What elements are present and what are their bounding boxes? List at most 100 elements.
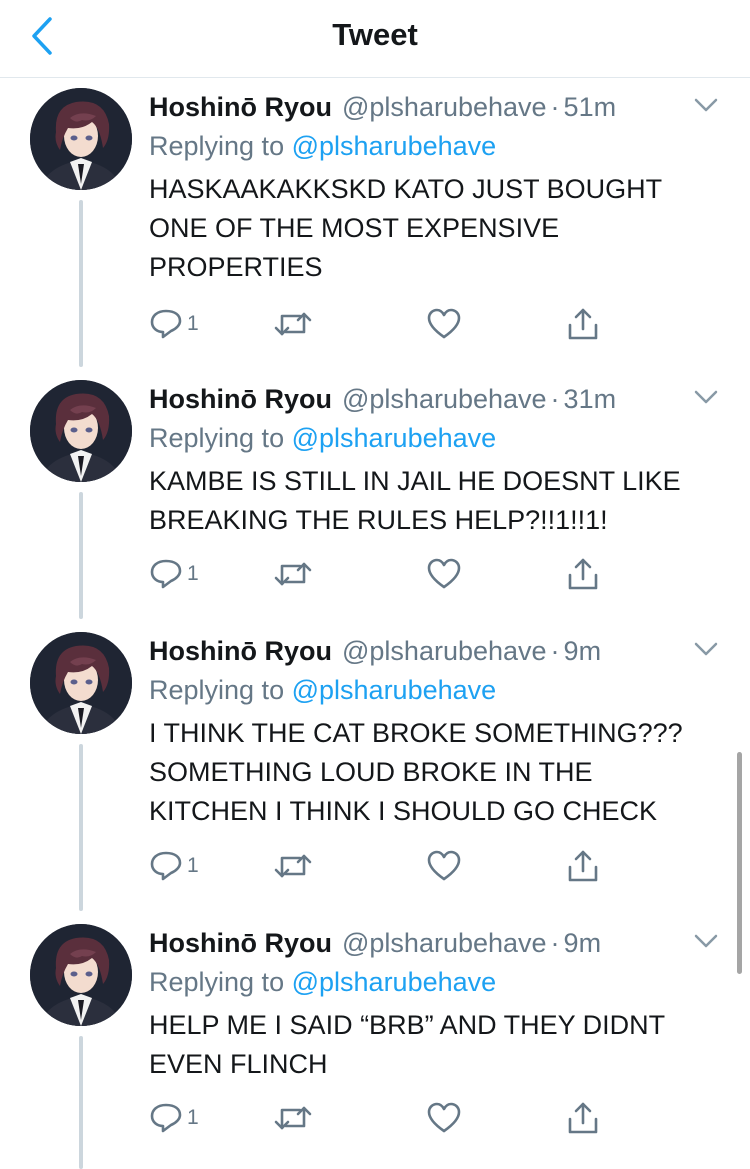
chevron-down-icon [694, 642, 718, 656]
tweet-actions: 1 [149, 846, 619, 886]
reply-icon [150, 851, 182, 881]
author-handle[interactable]: @plsharubehave [342, 92, 547, 123]
tweet-text-line: BREAKING THE RULES HELP?!!1!!1! [149, 505, 608, 535]
share-icon [568, 558, 598, 590]
timestamp[interactable]: 51m [564, 92, 617, 123]
top-bar: Tweet [0, 0, 750, 78]
tweet-header: Hoshinō Ryou @plsharubehave · 9m [149, 632, 730, 670]
retweet-button[interactable] [273, 1098, 313, 1138]
reply-button[interactable]: 1 [149, 1098, 199, 1138]
tweet-text: HASKAAKAKKSKD KATO JUST BOUGHT ONE OF THE… [149, 170, 730, 287]
author-handle[interactable]: @plsharubehave [342, 384, 547, 415]
tweet-text-line: HASKAAKAKKSKD KATO JUST BOUGHT [149, 174, 663, 204]
author-name[interactable]: Hoshinō Ryou [149, 636, 332, 667]
reply-icon [150, 559, 182, 589]
avatar[interactable] [30, 380, 132, 482]
tweet-body: Hoshinō Ryou @plsharubehave · 31m Replyi… [149, 380, 730, 540]
replying-to-label: Replying to [149, 423, 285, 453]
tweet-text: I THINK THE CAT BROKE SOMETHING??? SOMETH… [149, 714, 730, 831]
thread-line [79, 200, 83, 367]
replying-to-label: Replying to [149, 131, 285, 161]
avatar[interactable] [30, 88, 132, 190]
replying-to-label: Replying to [149, 967, 285, 997]
tweet-body: Hoshinō Ryou @plsharubehave · 9m Replyin… [149, 632, 730, 831]
reply-button[interactable]: 1 [149, 554, 199, 594]
thread-line [79, 744, 83, 911]
timestamp[interactable]: 31m [564, 384, 617, 415]
like-button[interactable] [427, 1098, 461, 1138]
tweet-body: Hoshinō Ryou @plsharubehave · 51m Replyi… [149, 88, 730, 287]
more-options-button[interactable] [692, 386, 720, 408]
tweet-text-line: EVEN FLINCH [149, 1049, 328, 1079]
tweet-text-line: I THINK THE CAT BROKE SOMETHING??? [149, 718, 683, 748]
tweet-text-line: ONE OF THE MOST EXPENSIVE [149, 213, 560, 243]
like-button[interactable] [427, 554, 461, 594]
chevron-down-icon [694, 934, 718, 948]
tweet-text-line: SOMETHING LOUD BROKE IN THE [149, 757, 593, 787]
like-button[interactable] [427, 846, 461, 886]
replying-to: Replying to @plsharubehave [149, 418, 730, 458]
reply-count: 1 [187, 854, 199, 877]
tweet-text-line: KAMBE IS STILL IN JAIL HE DOESNT LIKE [149, 466, 681, 496]
replying-to-mention[interactable]: @plsharubehave [292, 675, 497, 705]
author-handle[interactable]: @plsharubehave [342, 928, 547, 959]
share-button[interactable] [566, 1098, 600, 1138]
separator-dot: · [550, 927, 560, 958]
retweet-button[interactable] [273, 304, 313, 344]
heart-icon [427, 308, 461, 339]
chevron-down-icon [694, 390, 718, 404]
reply-icon [150, 1103, 182, 1133]
replying-to-mention[interactable]: @plsharubehave [292, 423, 497, 453]
share-button[interactable] [566, 554, 600, 594]
separator-dot: · [550, 635, 560, 666]
share-button[interactable] [566, 846, 600, 886]
reply-count: 1 [187, 1106, 199, 1129]
reply-count: 1 [187, 312, 199, 335]
like-button[interactable] [427, 304, 461, 344]
replying-to-label: Replying to [149, 675, 285, 705]
tweet-actions: 1 [149, 554, 619, 594]
replying-to-mention[interactable]: @plsharubehave [292, 967, 497, 997]
share-button[interactable] [566, 304, 600, 344]
author-name[interactable]: Hoshinō Ryou [149, 92, 332, 123]
tweet-text-line: PROPERTIES [149, 252, 323, 282]
page-title: Tweet [332, 17, 418, 52]
tweet-header: Hoshinō Ryou @plsharubehave · 9m [149, 924, 730, 962]
replying-to: Replying to @plsharubehave [149, 670, 730, 710]
retweet-button[interactable] [273, 846, 313, 886]
tweet-text: HELP ME I SAID “BRB” AND THEY DIDNT EVEN … [149, 1006, 730, 1084]
replying-to-mention[interactable]: @plsharubehave [292, 131, 497, 161]
more-options-button[interactable] [692, 94, 720, 116]
heart-icon [427, 850, 461, 881]
avatar[interactable] [30, 632, 132, 734]
author-name[interactable]: Hoshinō Ryou [149, 928, 332, 959]
thread-line [79, 1036, 83, 1169]
author-name[interactable]: Hoshinō Ryou [149, 384, 332, 415]
thread-line [79, 492, 83, 619]
share-icon [568, 308, 598, 340]
tweet-text: KAMBE IS STILL IN JAIL HE DOESNT LIKE BRE… [149, 462, 730, 540]
reply-count: 1 [187, 562, 199, 585]
chevron-down-icon [694, 98, 718, 112]
retweet-icon [274, 562, 312, 586]
timestamp[interactable]: 9m [564, 928, 602, 959]
reply-button[interactable]: 1 [149, 304, 199, 344]
more-options-button[interactable] [692, 638, 720, 660]
retweet-icon [274, 312, 312, 336]
tweet-text-line: HELP ME I SAID “BRB” AND THEY DIDNT [149, 1010, 666, 1040]
share-icon [568, 850, 598, 882]
avatar[interactable] [30, 924, 132, 1026]
author-handle[interactable]: @plsharubehave [342, 636, 547, 667]
tweet-header: Hoshinō Ryou @plsharubehave · 51m [149, 88, 730, 126]
retweet-button[interactable] [273, 554, 313, 594]
tweet-actions: 1 [149, 1098, 619, 1138]
tweet-header: Hoshinō Ryou @plsharubehave · 31m [149, 380, 730, 418]
reply-button[interactable]: 1 [149, 846, 199, 886]
tweet-text-line: KITCHEN I THINK I SHOULD GO CHECK [149, 796, 658, 826]
separator-dot: · [550, 91, 560, 122]
separator-dot: · [550, 383, 560, 414]
replying-to: Replying to @plsharubehave [149, 126, 730, 166]
more-options-button[interactable] [692, 930, 720, 952]
scrollbar[interactable] [737, 752, 742, 974]
timestamp[interactable]: 9m [564, 636, 602, 667]
